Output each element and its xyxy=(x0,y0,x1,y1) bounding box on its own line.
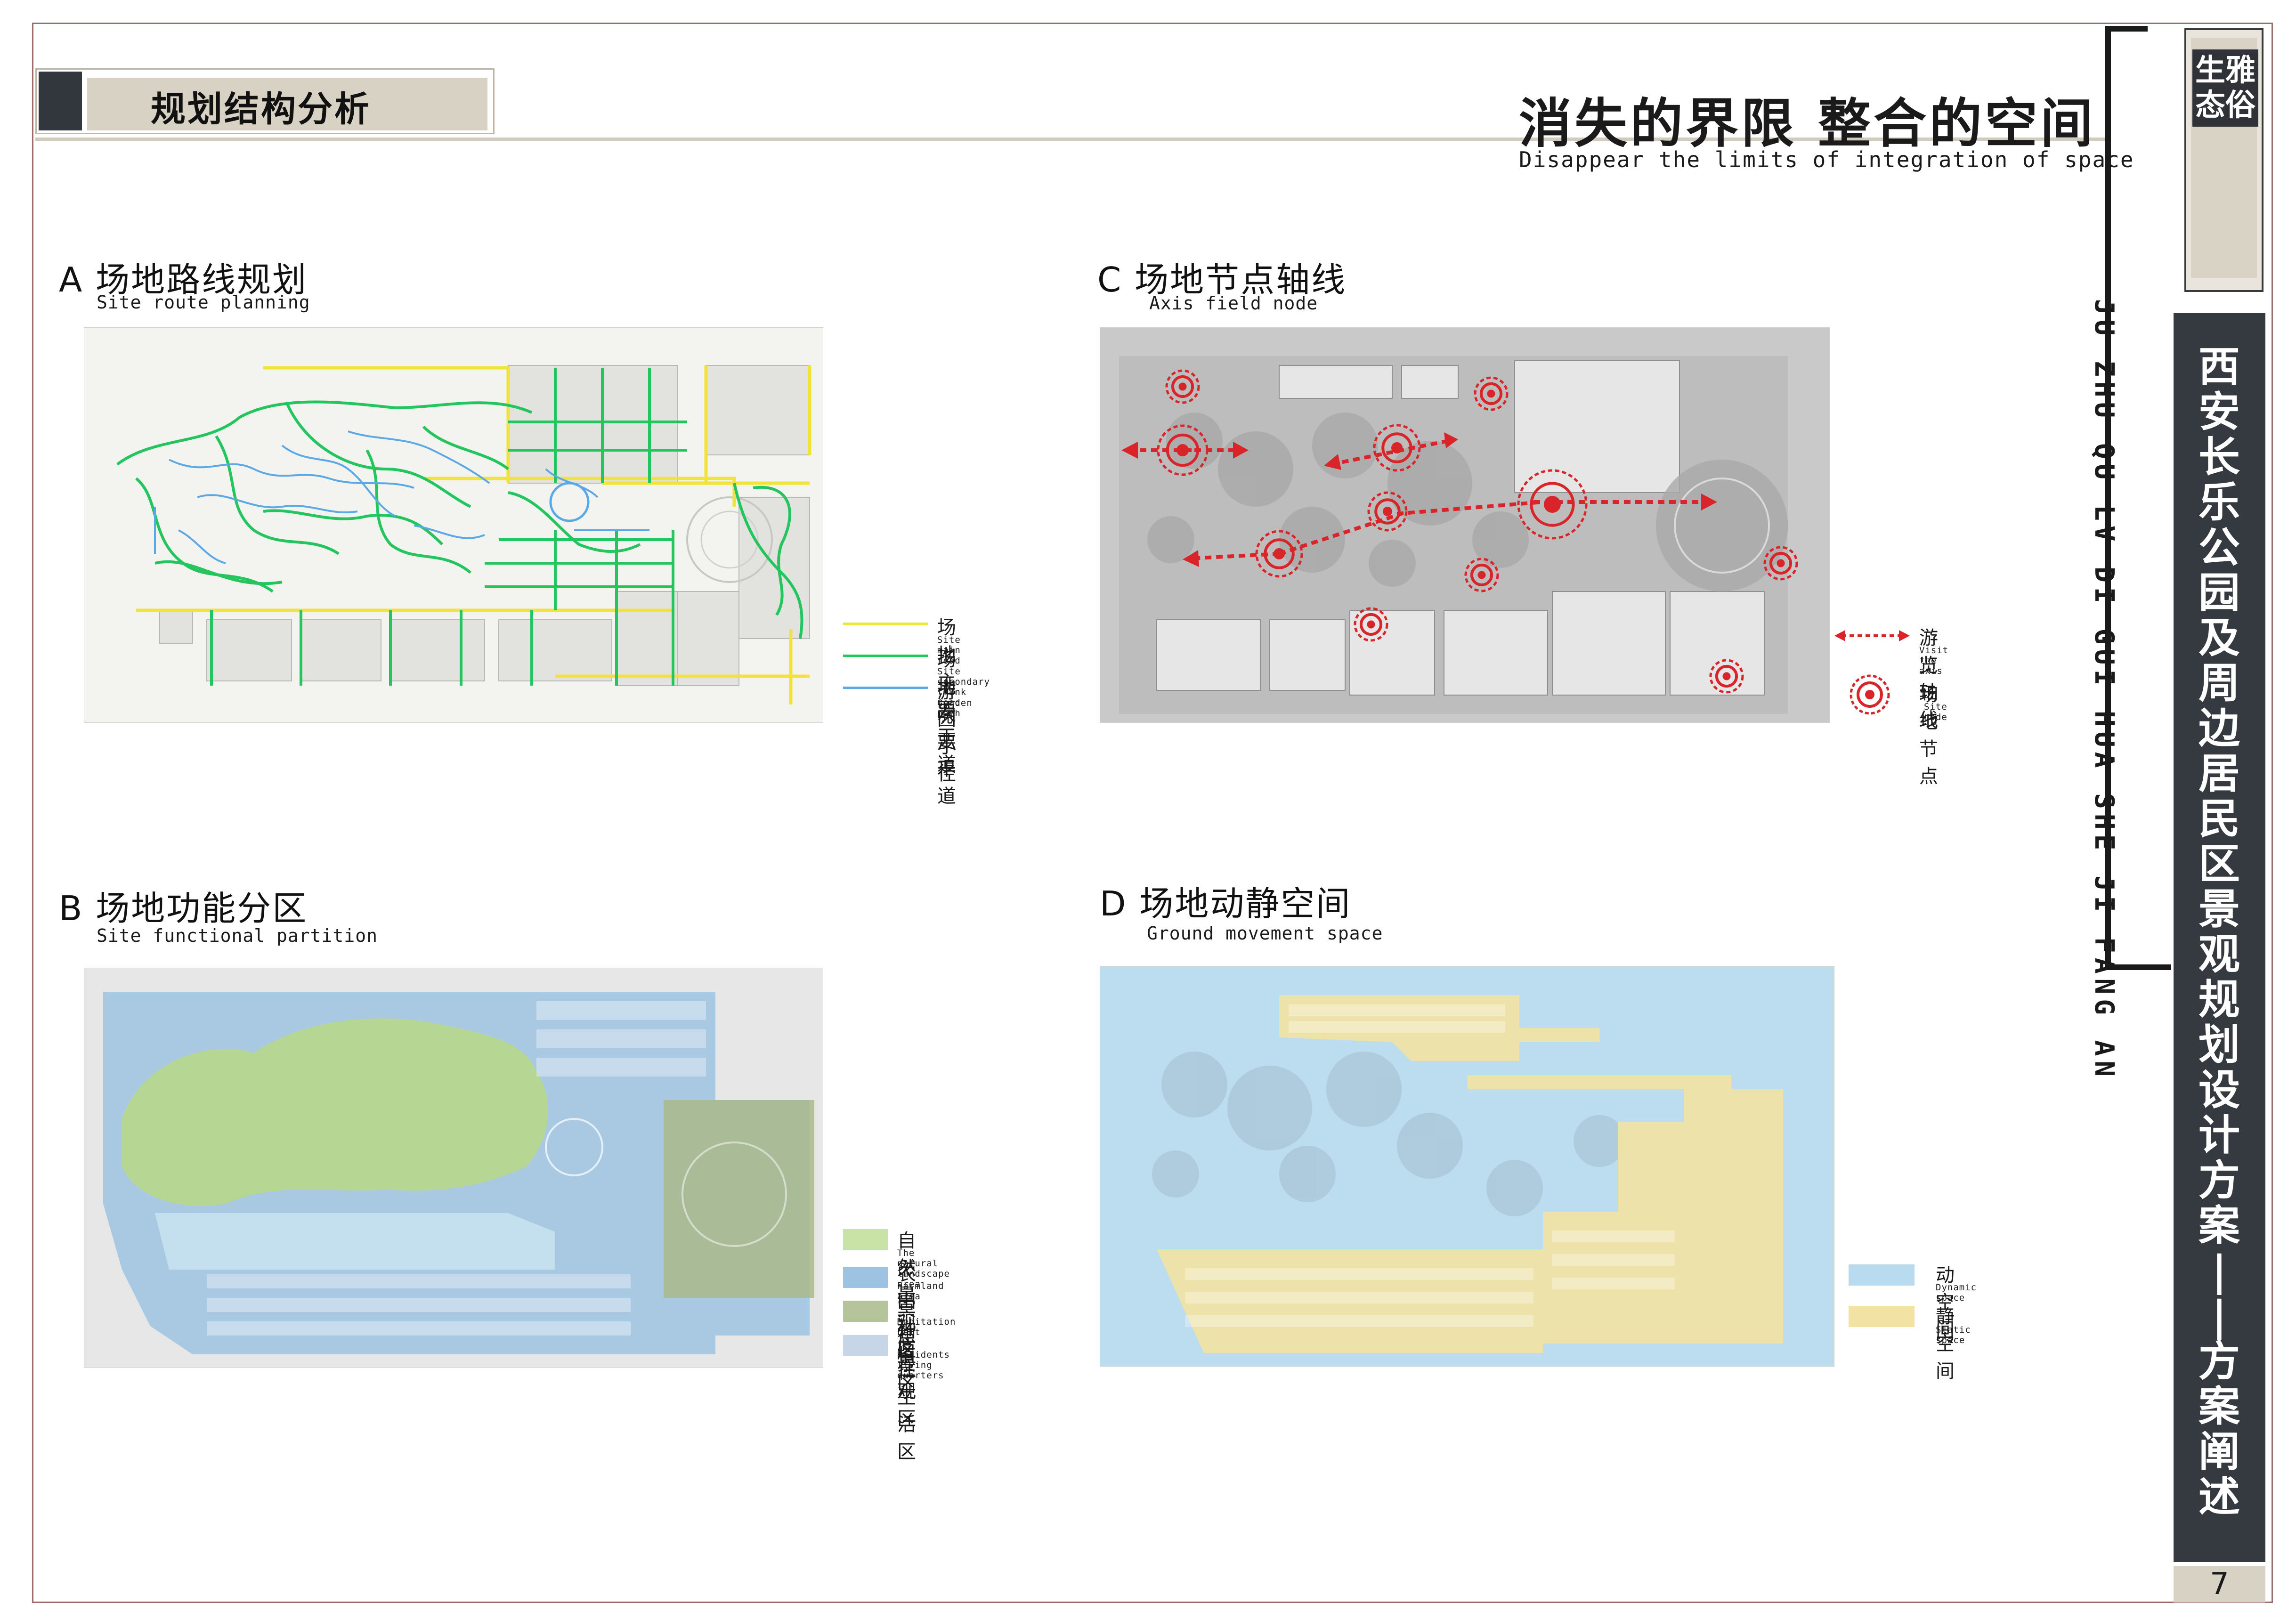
legend-sub: Visit the axis xyxy=(1919,645,1949,676)
pinyin-title: JU ZHU QU LV DI GUI HUA SHE JI FANG AN xyxy=(2089,299,2119,1082)
sidebar-title-char: 边 xyxy=(2198,704,2240,753)
map-functional-zones xyxy=(84,968,823,1368)
sidebar-title-char: 方 xyxy=(2198,1336,2240,1385)
legend-swatch-static xyxy=(1849,1306,1915,1327)
map-axis-nodes xyxy=(1100,327,1830,723)
section-b-title: B 场地功能分区 xyxy=(59,889,308,928)
legend-axis-arrow xyxy=(1834,630,1910,641)
zones-map-drawing xyxy=(84,968,823,1368)
sidebar-title-char: 居 xyxy=(2198,749,2240,798)
legend-sub: Garden path xyxy=(937,698,973,719)
section-d-subtitle: Ground movement space xyxy=(1147,923,1383,944)
section-a-subtitle: Site route planning xyxy=(97,292,310,313)
section-b-subtitle: Site functional partition xyxy=(97,925,378,946)
legend-sub: Residents living quarters xyxy=(897,1350,950,1381)
legend-label: 场地节点 xyxy=(1919,684,1938,787)
legend-swatch-secondary-road xyxy=(843,655,928,657)
sidebar-title-char: 民 xyxy=(2198,794,2240,843)
map-dynamic-static xyxy=(1100,966,1834,1367)
sidebar-title-char: 及 xyxy=(2198,613,2240,662)
legend-swatch-residential xyxy=(843,1335,888,1356)
map-route-planning xyxy=(84,327,823,723)
sidebar-bracket-top xyxy=(2105,26,2148,32)
space-map-drawing xyxy=(1100,967,1834,1366)
legend-label: 居住生活区 xyxy=(897,1332,916,1463)
sidebar-title-char: 区 xyxy=(2198,839,2240,888)
route-map-drawing xyxy=(84,328,823,722)
sidebar-title-char: 述 xyxy=(2198,1472,2240,1521)
legend-sub: Dynamic space xyxy=(1936,1282,1977,1303)
legend-swatch-farmland xyxy=(843,1267,888,1288)
legend-swatch-main-road xyxy=(843,623,928,625)
section-label: 规划结构分析 xyxy=(151,89,371,130)
page-number: 7 xyxy=(2174,1566,2265,1603)
sidebar-title-char: 园 xyxy=(2198,568,2240,617)
section-d-title: D 场地动静空间 xyxy=(1100,884,1352,923)
sidebar-title-char: 案 xyxy=(2198,1382,2240,1431)
legend-swatch-meditation xyxy=(843,1301,888,1322)
sidebar-title-char: 周 xyxy=(2198,658,2240,707)
sidebar-title-char: 西 xyxy=(2198,342,2240,391)
legend-sub: Static space xyxy=(1936,1325,1971,1345)
legend-label: 游园小径 xyxy=(937,681,956,785)
legend-swatch-garden-path xyxy=(843,687,928,689)
sidebar-title-char: 计 xyxy=(2198,1110,2240,1159)
sidebar-vertical-title: 西安长乐公园及周边居民区景观规划设计方案 | | 方案阐述 xyxy=(2182,344,2257,1519)
sidebar-title-char: 方 xyxy=(2198,1156,2240,1205)
sidebar-title-char: 划 xyxy=(2198,1020,2240,1069)
sidebar-title-char: 阐 xyxy=(2198,1427,2240,1476)
sidebar-title-char: 规 xyxy=(2198,975,2240,1024)
section-label-dark-block xyxy=(39,72,82,130)
sidebar-title-char: 观 xyxy=(2198,930,2240,979)
sidebar-title-char: 公 xyxy=(2198,523,2240,572)
sidebar-title-char: | xyxy=(2211,1291,2227,1340)
legend-swatch-dynamic xyxy=(1849,1264,1915,1286)
sidebar-title-char: | xyxy=(2211,1246,2227,1295)
sidebar-title-char: 安 xyxy=(2198,387,2240,436)
sidebar-title-char: 设 xyxy=(2198,1065,2240,1114)
legend-node-icon xyxy=(1850,674,1890,715)
sidebar-title-char: 景 xyxy=(2198,884,2240,933)
legend-swatch-natural xyxy=(843,1229,888,1250)
sidebar-title-char: 案 xyxy=(2198,1201,2240,1250)
logo-text: 生雅 态俗 xyxy=(2195,53,2255,123)
sidebar-title-char: 乐 xyxy=(2198,478,2240,526)
axis-map-drawing xyxy=(1100,328,1829,722)
main-title: 消失的界限 整合的空间 xyxy=(1519,93,2096,154)
legend-sub: Site node xyxy=(1924,702,1947,722)
logo: 生雅 态俗 xyxy=(2192,49,2258,127)
section-c-subtitle: Axis field node xyxy=(1149,293,1318,314)
main-subtitle: Disappear the limits of integration of s… xyxy=(1519,147,2134,172)
sidebar-title-char: 长 xyxy=(2198,432,2240,481)
